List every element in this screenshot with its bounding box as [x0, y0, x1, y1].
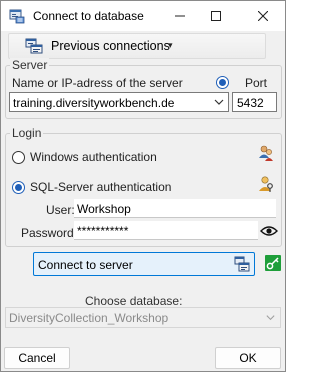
close-button[interactable]	[246, 3, 280, 29]
close-icon	[258, 11, 268, 21]
chevron-down-icon: ▾	[168, 40, 173, 50]
previous-connections-button[interactable]: Previous connections ▾	[8, 33, 266, 59]
database-combobox[interactable]: DiversityCollection_Workshop	[5, 307, 281, 328]
windows-users-icon	[259, 145, 273, 161]
password-input[interactable]: ***********	[74, 221, 258, 240]
previous-connections-label: Previous connections	[51, 39, 170, 53]
user-value: Workshop	[77, 202, 131, 216]
maximize-button[interactable]	[199, 3, 233, 29]
windows-auth-radio[interactable]	[12, 151, 25, 164]
database-connections-icon	[25, 38, 43, 54]
connect-to-server-label: Connect to server	[38, 258, 133, 272]
port-value: 5432	[237, 96, 264, 110]
port-label: Port	[245, 76, 268, 90]
minimize-button[interactable]	[163, 3, 197, 29]
port-input[interactable]: 5432	[232, 92, 277, 112]
cancel-button[interactable]: Cancel	[4, 347, 70, 369]
database-value: DiversityCollection_Workshop	[9, 311, 169, 325]
database-window-icon	[9, 9, 25, 24]
user-input[interactable]: Workshop	[74, 199, 276, 218]
eye-icon[interactable]	[260, 225, 278, 237]
windows-auth-label[interactable]: Windows authentication	[30, 150, 157, 164]
chevron-down-icon	[214, 99, 224, 105]
user-label: User:	[46, 203, 75, 217]
sql-user-key-icon	[259, 176, 273, 192]
minimize-icon	[175, 15, 185, 17]
ok-button[interactable]: OK	[215, 347, 281, 369]
server-group-title: Server	[10, 58, 50, 72]
window-title: Connect to database	[33, 9, 144, 23]
port-radio[interactable]	[216, 76, 229, 89]
title-bar: Connect to database	[1, 1, 285, 31]
server-value: training.diversityworkbench.de	[13, 96, 175, 110]
maximize-icon	[211, 11, 221, 21]
server-connect-icon	[234, 256, 250, 272]
password-label: Password:	[21, 226, 78, 240]
chevron-down-icon	[266, 315, 275, 321]
sql-auth-label[interactable]: SQL-Server authentication	[30, 180, 171, 194]
green-key-icon[interactable]	[265, 255, 281, 271]
password-value: ***********	[77, 224, 129, 238]
login-group-title: Login	[10, 126, 44, 140]
choose-database-label: Choose database:	[85, 294, 183, 308]
sql-auth-radio[interactable]	[12, 181, 25, 194]
connect-dialog-window: Connect to database Previous connections…	[0, 0, 286, 372]
connect-to-server-button[interactable]: Connect to server	[33, 252, 255, 276]
server-combobox[interactable]: training.diversityworkbench.de	[9, 92, 229, 112]
server-name-label: Name or IP-adress of the server	[12, 76, 183, 90]
